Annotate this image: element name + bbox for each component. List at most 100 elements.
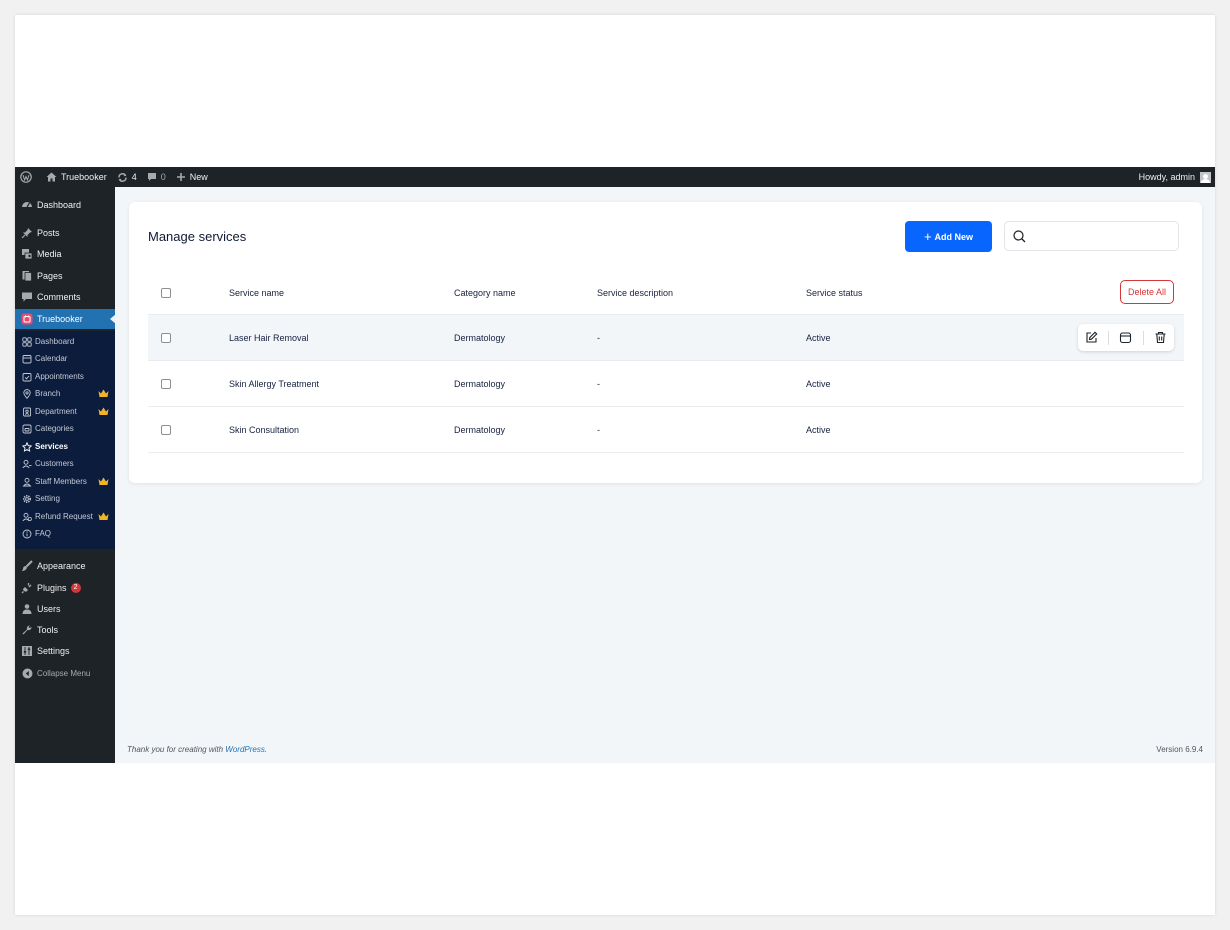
calendar-icon [1120, 332, 1132, 344]
menu-item-pages[interactable]: Pages [15, 266, 115, 286]
submenu-item-department[interactable]: Department [15, 403, 115, 420]
row-checkbox[interactable] [161, 378, 171, 389]
table-row[interactable]: Skin Consultation Dermatology - Active [148, 407, 1184, 453]
version-text: Version 6.9.4 [1156, 745, 1203, 754]
column-header-service-description: Service description [597, 288, 674, 298]
submenu-item-appointments[interactable]: Appointments [15, 368, 115, 385]
calendar-icon [22, 354, 32, 364]
submenu-item-refund-request[interactable]: Refund Request [15, 508, 115, 525]
select-all-checkbox[interactable] [161, 288, 171, 298]
row-checkbox[interactable] [161, 424, 171, 435]
crown-icon [98, 512, 109, 523]
submenu-item-label: Setting [35, 494, 60, 503]
row-select-cell [161, 315, 171, 360]
menu-item-label: Tools [37, 625, 59, 635]
location-icon [22, 388, 32, 399]
search-input[interactable] [1032, 230, 1171, 242]
column-header-service-status: Service status [806, 288, 863, 298]
service-description-cell: - [597, 332, 600, 343]
menu-item-label: Posts [37, 228, 60, 238]
menu-item-label: Truebooker [37, 314, 83, 324]
service-status-cell: Active [806, 332, 831, 343]
screenshot-frame: Truebooker 4 0 New Howdy, admin Dashboar… [15, 15, 1215, 915]
submenu-item-categories[interactable]: Categories [15, 420, 115, 437]
main-content: Manage services + Add New Service name C… [115, 187, 1215, 763]
trash-icon [1155, 331, 1166, 344]
plugin-icon [21, 582, 33, 594]
collapse-menu-button[interactable]: Collapse Menu [15, 663, 115, 683]
updates-count: 4 [131, 172, 137, 182]
submenu-item-staff-members[interactable]: Staff Members [15, 473, 115, 490]
site-name-link[interactable]: Truebooker [41, 167, 112, 187]
category-name-cell: Dermatology [454, 332, 506, 343]
submenu-item-faq[interactable]: FAQ [15, 525, 115, 542]
menu-item-truebooker[interactable]: Truebooker [15, 309, 116, 329]
comments-link[interactable]: 0 [142, 167, 171, 187]
schedule-button[interactable] [1116, 328, 1136, 348]
menu-item-posts[interactable]: Posts [15, 223, 115, 243]
updates-icon [118, 172, 127, 182]
search-box[interactable] [1004, 221, 1179, 251]
admin-sidebar: Dashboard Posts Media Pages Comments Tru… [15, 187, 116, 763]
categories-icon [22, 424, 32, 434]
menu-item-tools[interactable]: Tools [15, 620, 115, 640]
delete-button[interactable] [1151, 328, 1171, 348]
wp-logo-button[interactable] [15, 167, 41, 187]
edit-button[interactable] [1081, 328, 1101, 348]
delete-all-button[interactable]: Delete All [1120, 280, 1174, 304]
comments-count: 0 [160, 172, 166, 182]
submenu-item-setting[interactable]: Setting [15, 490, 115, 507]
menu-item-appearance[interactable]: Appearance [15, 556, 115, 576]
collapse-arrow-icon [21, 667, 33, 679]
submenu-item-label: Dashboard [35, 337, 75, 346]
submenu-item-customers[interactable]: Customers [15, 455, 115, 472]
media-icon [21, 248, 33, 260]
menu-item-plugins[interactable]: Plugins 2 [15, 578, 115, 598]
comment-bubble-icon [147, 173, 156, 181]
row-checkbox[interactable] [161, 332, 171, 343]
gear-icon [22, 494, 32, 504]
menu-item-label: Users [37, 604, 61, 614]
submenu-item-branch[interactable]: Branch [15, 385, 115, 402]
add-new-label: Add New [934, 231, 974, 242]
submenu-item-calendar[interactable]: Calendar [15, 350, 115, 367]
footer-thanks: Thank you for creating with WordPress. [127, 745, 267, 754]
wordpress-link[interactable]: WordPress [225, 745, 265, 754]
table-header-row: Service name Category name Service descr… [148, 272, 1184, 315]
collapse-menu-label: Collapse Menu [37, 668, 91, 678]
my-account-link[interactable]: Howdy, admin [1139, 171, 1215, 183]
submenu-item-dashboard[interactable]: Dashboard [15, 333, 115, 350]
menu-item-users[interactable]: Users [15, 599, 115, 619]
menu-item-label: Media [37, 249, 62, 259]
home-icon [46, 172, 57, 182]
menu-item-comments[interactable]: Comments [15, 287, 115, 307]
category-name-cell: Dermatology [454, 424, 506, 435]
menu-item-settings[interactable]: Settings [15, 641, 115, 661]
submenu-item-services[interactable]: Services [15, 438, 115, 455]
pages-icon [21, 270, 33, 282]
services-icon [22, 441, 32, 452]
submenu-item-label: FAQ [35, 529, 52, 538]
menu-item-media[interactable]: Media [15, 244, 115, 264]
search-icon [1013, 229, 1026, 242]
add-new-button[interactable]: + Add New [905, 221, 992, 252]
select-all-cell [161, 272, 171, 314]
grid-icon [22, 336, 32, 347]
updates-link[interactable]: 4 [112, 167, 142, 187]
table-row[interactable]: Skin Allergy Treatment Dermatology - Act… [148, 361, 1184, 407]
site-name: Truebooker [61, 172, 107, 182]
action-divider [1108, 330, 1110, 345]
table-row[interactable]: Laser Hair Removal Dermatology - Active [148, 315, 1184, 361]
department-icon [22, 407, 32, 417]
menu-item-label: Dashboard [37, 200, 82, 210]
row-select-cell [161, 361, 171, 406]
truebooker-submenu: Dashboard Calendar Appointments Branch D… [15, 331, 115, 549]
service-description-cell: - [597, 424, 600, 435]
menu-item-dashboard[interactable]: Dashboard [15, 195, 115, 215]
plus-icon: + [923, 229, 932, 244]
new-content-link[interactable]: New [171, 167, 213, 187]
submenu-item-label: Department [35, 407, 77, 416]
service-description-cell: - [597, 378, 600, 389]
avatar [1200, 171, 1211, 183]
brush-icon [21, 560, 33, 572]
